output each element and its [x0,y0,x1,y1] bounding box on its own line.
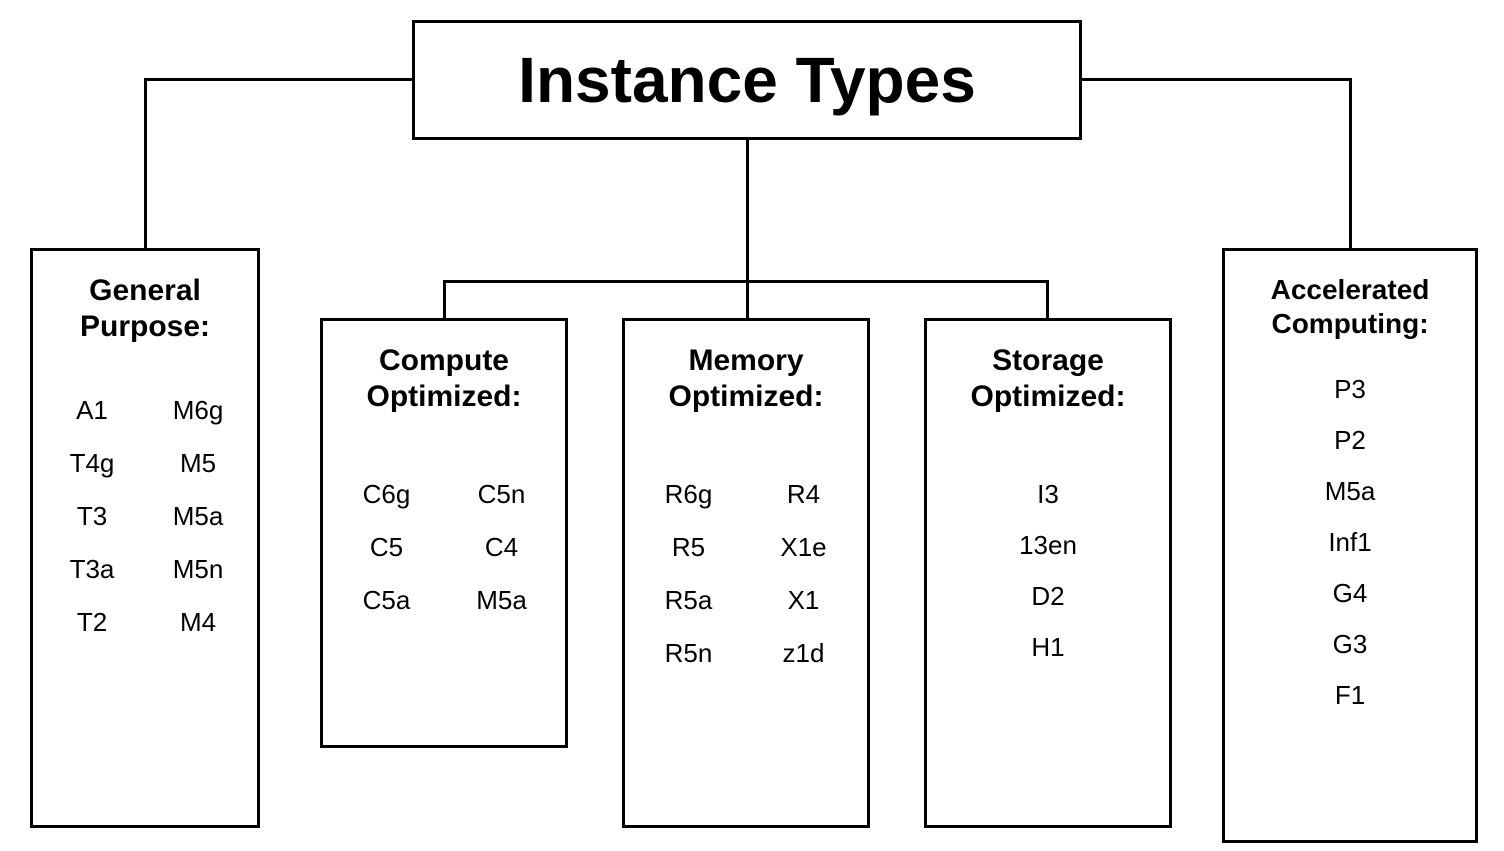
connector [1349,78,1352,250]
instance-item: T3 [49,501,135,532]
node-accelerated-computing: Accelerated Computing: P3 P2 M5a Inf1 G4… [1222,248,1478,843]
instance-item: G4 [1241,578,1459,609]
instance-item: G3 [1241,629,1459,660]
instance-item: I3 [943,479,1153,510]
diagram-stage: Instance Types General Purpose: A1 M6g T… [0,0,1504,851]
instance-item: C4 [454,532,549,563]
node-storage-optimized: Storage Optimized: I3 13en D2 H1 [924,318,1172,828]
instance-item: z1d [756,638,851,669]
node-memory-optimized: Memory Optimized: R6g R4 R5 X1e R5a X1 R… [622,318,870,828]
node-compute-optimized: Compute Optimized: C6g C5n C5 C4 C5a M5a [320,318,568,748]
instance-item: M5n [155,554,241,585]
instance-item: T2 [49,607,135,638]
connector [443,280,446,320]
instance-item: T4g [49,448,135,479]
root-node: Instance Types [412,20,1082,140]
category-title: General Purpose: [49,273,241,345]
item-list: P3 P2 M5a Inf1 G4 G3 F1 [1241,374,1459,711]
instance-item: C5n [454,479,549,510]
instance-item: C5a [339,585,434,616]
instance-item: C5 [339,532,434,563]
category-title: Accelerated Computing: [1241,273,1459,340]
instance-item: D2 [943,581,1153,612]
instance-item: A1 [49,395,135,426]
instance-item: M6g [155,395,241,426]
item-grid: R6g R4 R5 X1e R5a X1 R5n z1d [641,479,851,669]
instance-item: H1 [943,632,1153,663]
node-general-purpose: General Purpose: A1 M6g T4g M5 T3 M5a T3… [30,248,260,828]
connector [746,280,749,320]
instance-item: R4 [756,479,851,510]
instance-item: 13en [943,530,1153,561]
instance-item: R5a [641,585,736,616]
root-title: Instance Types [518,43,976,117]
instance-item: F1 [1241,680,1459,711]
instance-item: X1 [756,585,851,616]
instance-item: M5a [454,585,549,616]
instance-item: R5n [641,638,736,669]
item-grid: A1 M6g T4g M5 T3 M5a T3a M5n T2 M4 [49,395,241,638]
item-list: I3 13en D2 H1 [943,479,1153,663]
instance-item: M5a [155,501,241,532]
instance-item: R5 [641,532,736,563]
instance-item: M5a [1241,476,1459,507]
instance-item: M5 [155,448,241,479]
instance-item: P3 [1241,374,1459,405]
connector [1046,280,1049,320]
instance-item: X1e [756,532,851,563]
category-title: Memory Optimized: [641,343,851,415]
category-title: Storage Optimized: [943,343,1153,415]
instance-item: Inf1 [1241,527,1459,558]
category-title: Compute Optimized: [339,343,549,415]
connector [144,78,414,81]
instance-item: T3a [49,554,135,585]
instance-item: P2 [1241,425,1459,456]
instance-item: C6g [339,479,434,510]
instance-item: R6g [641,479,736,510]
connector [144,78,147,250]
instance-item: M4 [155,607,241,638]
item-grid: C6g C5n C5 C4 C5a M5a [339,479,549,616]
connector [1082,78,1352,81]
